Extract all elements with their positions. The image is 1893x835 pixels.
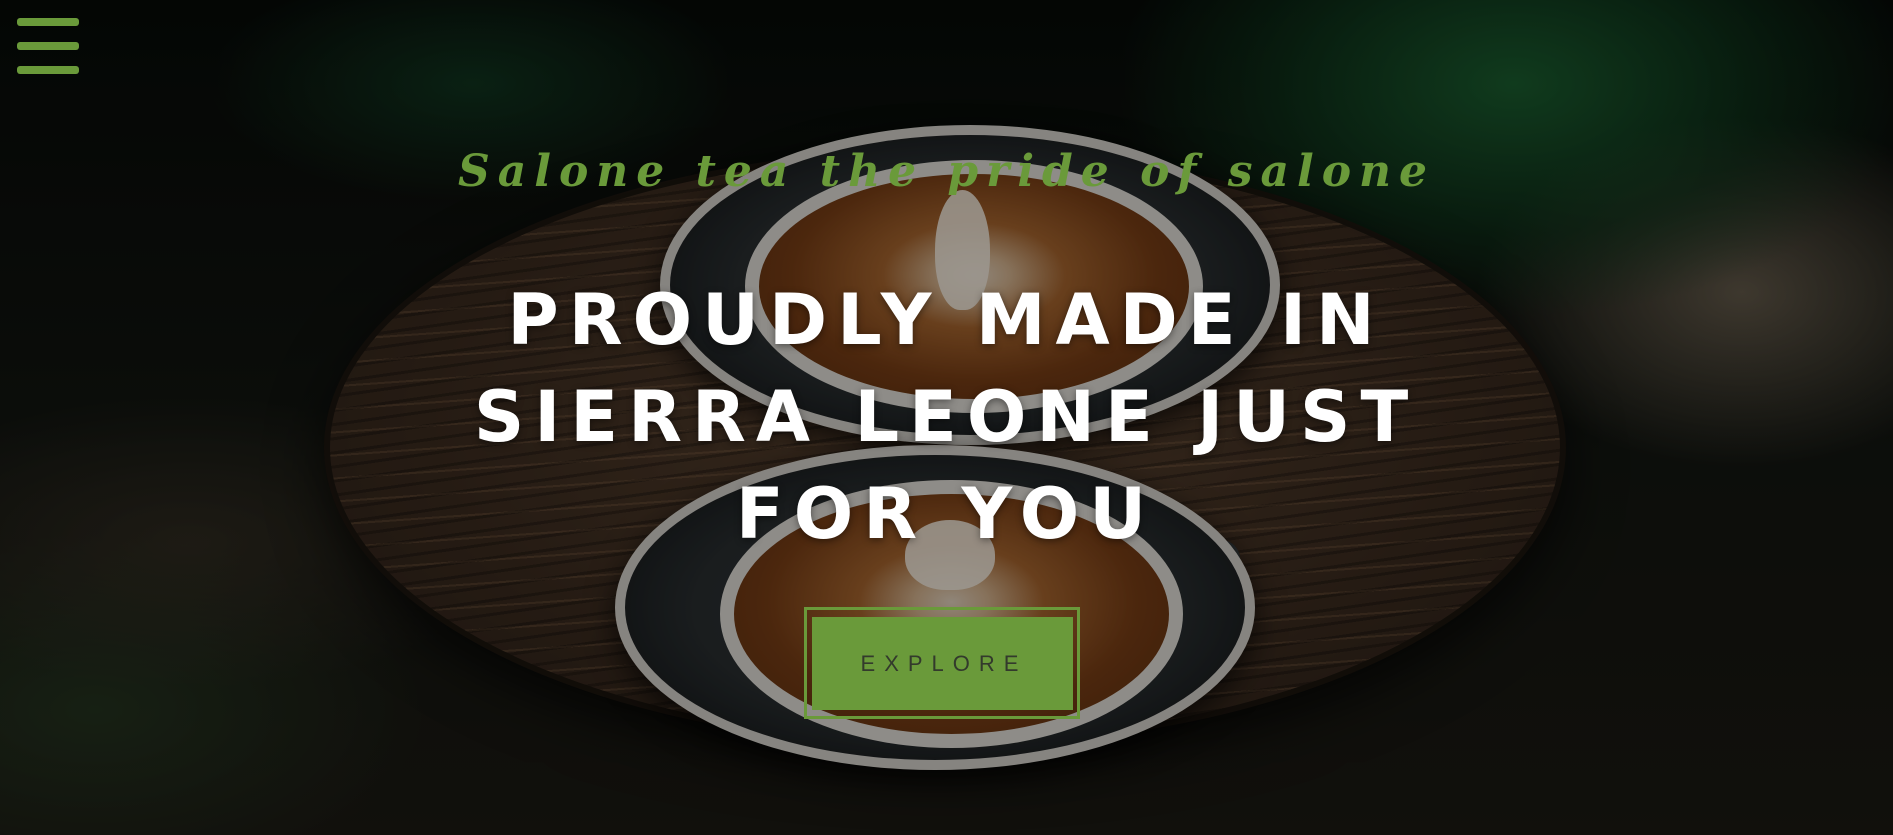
hero-headline: PROUDLY MADE IN SIERRA LEONE JUST FOR YO… <box>473 279 1419 555</box>
explore-button[interactable]: EXPLORE <box>812 617 1073 710</box>
menu-bar <box>17 18 79 26</box>
hero-tagline: Salone tea the pride of salone <box>457 146 1436 197</box>
menu-bar <box>17 42 79 50</box>
menu-bar <box>17 66 79 74</box>
hamburger-menu-icon[interactable] <box>17 18 79 74</box>
hero-section: Salone tea the pride of salone PROUDLY M… <box>0 0 1893 835</box>
